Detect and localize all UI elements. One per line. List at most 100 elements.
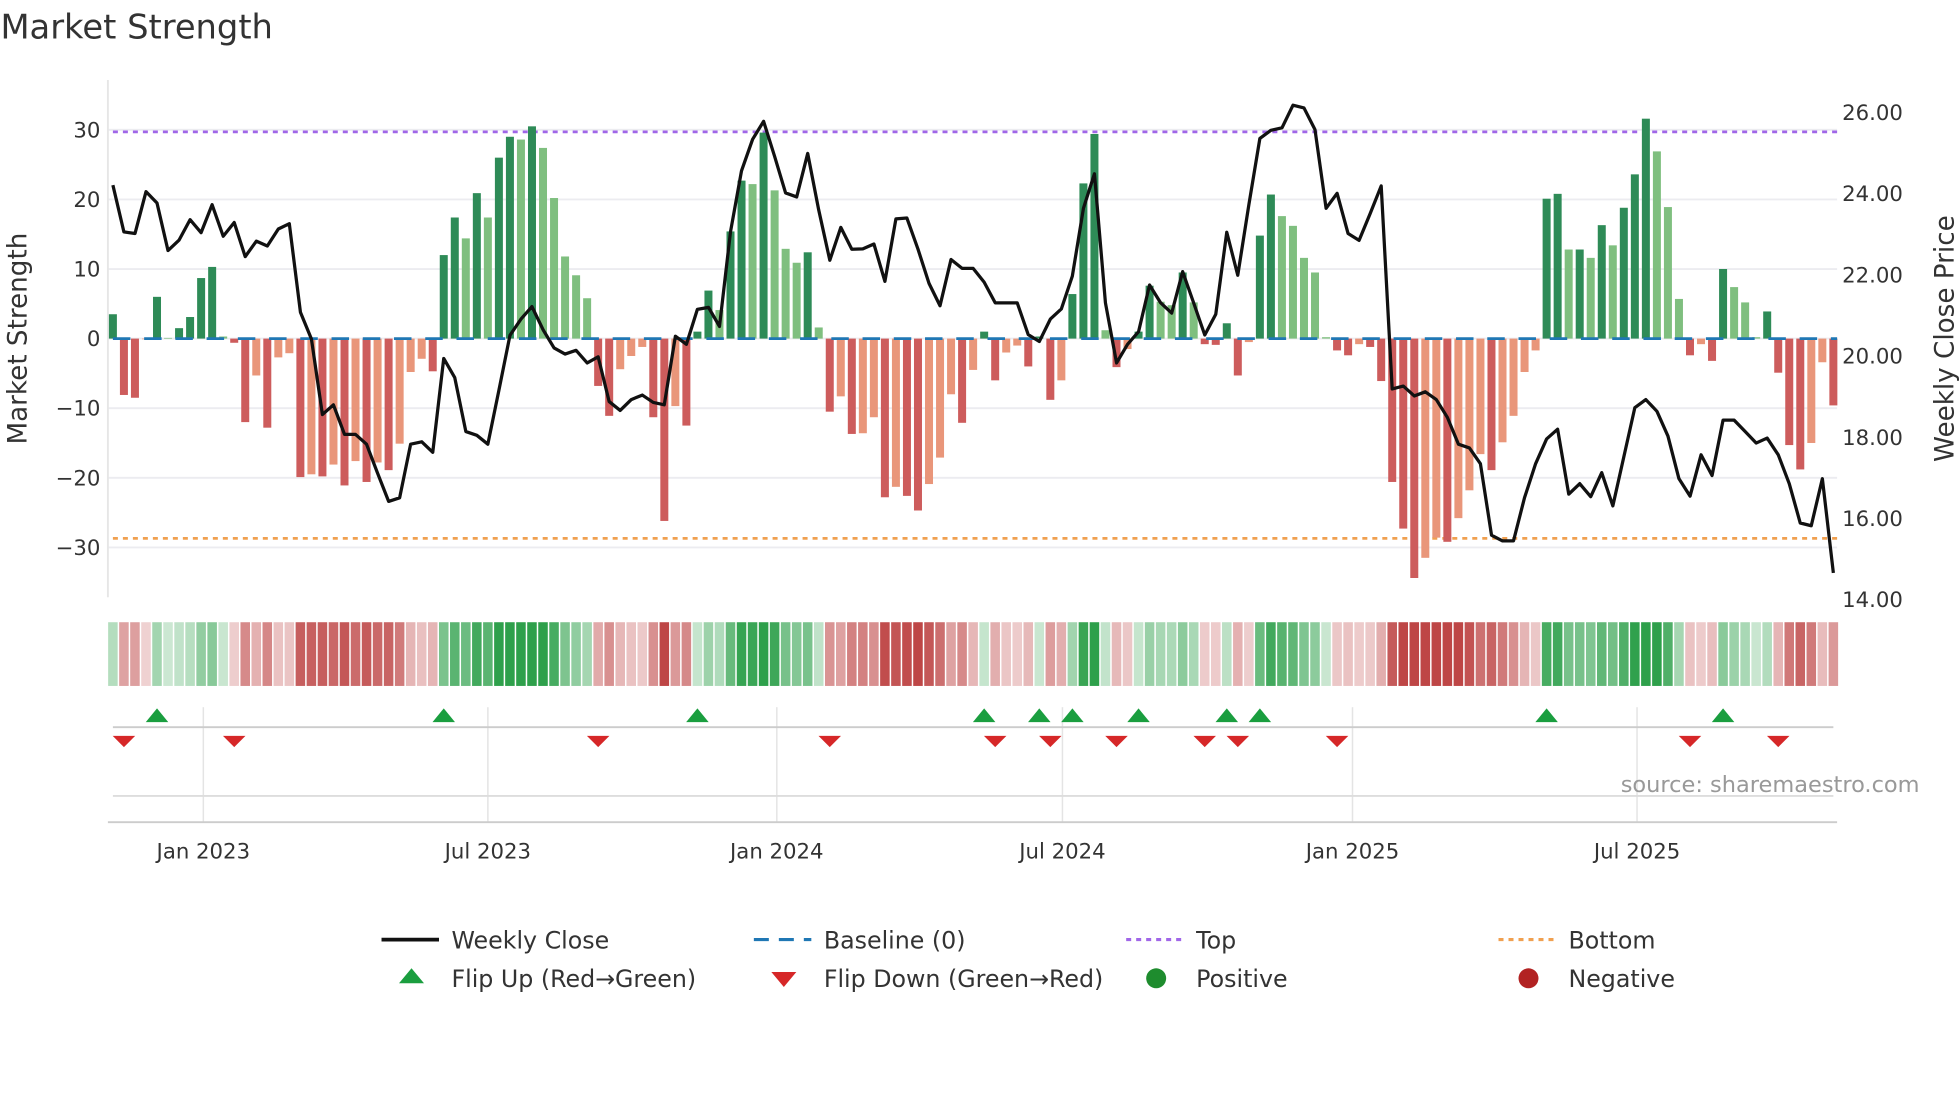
y2-tick-label: 20.00	[1842, 345, 1903, 370]
heat-cell	[692, 622, 703, 686]
strength-bar	[1520, 338, 1529, 373]
strength-bar	[1344, 338, 1353, 356]
strength-bar	[1663, 207, 1672, 339]
strength-bar	[285, 338, 294, 354]
heat-cell	[1641, 622, 1651, 686]
strength-bar	[1377, 338, 1386, 382]
strength-bar	[1641, 118, 1650, 339]
heat-cell	[1089, 622, 1100, 686]
source-credit: source: sharemaestro.com	[1621, 772, 1920, 798]
heat-cell	[1652, 622, 1662, 686]
heat-cell	[813, 622, 824, 686]
strength-bar	[1057, 338, 1066, 381]
heat-cell	[494, 622, 504, 686]
strength-bar	[1807, 338, 1816, 443]
strength-bar	[1785, 338, 1794, 446]
strength-bar	[1697, 338, 1706, 345]
strength-bar	[980, 331, 989, 339]
strength-bar	[119, 338, 128, 395]
legend-negative: Negative	[1568, 965, 1674, 993]
strength-bar	[1355, 338, 1364, 345]
strength-bar	[561, 256, 570, 339]
strength-bar	[847, 338, 856, 434]
strength-bar	[991, 338, 1000, 381]
heat-cell	[1100, 622, 1111, 686]
strength-bar	[737, 180, 746, 339]
heat-cell	[1343, 622, 1353, 686]
strength-bar	[164, 337, 173, 339]
x-tick-label: Jan 2023	[155, 839, 251, 864]
strength-bar	[1553, 193, 1562, 339]
strength-bar	[208, 266, 217, 339]
x-tick-label: Jan 2024	[728, 839, 824, 864]
legend-flip-down-icon	[771, 972, 797, 988]
strength-bar	[1829, 338, 1838, 406]
flip-down-marker	[1039, 735, 1062, 748]
heat-cell	[847, 622, 857, 686]
heat-cell	[1608, 622, 1618, 686]
heat-cell	[163, 622, 173, 686]
strength-bar	[572, 275, 581, 339]
heat-cell	[1321, 622, 1331, 686]
heat-cell	[262, 622, 273, 686]
heat-cell	[1619, 622, 1629, 686]
heat-cell	[571, 622, 581, 686]
strength-bar	[186, 317, 195, 339]
strength-bar	[1002, 338, 1011, 353]
strength-bar	[1410, 338, 1419, 578]
strength-bar	[1542, 198, 1551, 339]
x-tick-label: Jul 2025	[1592, 839, 1680, 864]
strength-bar	[1796, 338, 1805, 470]
strength-bar	[241, 338, 250, 423]
strength-bar	[1046, 338, 1055, 400]
strength-bar	[1509, 338, 1518, 416]
strength-bar	[550, 198, 559, 339]
heat-cell	[1111, 622, 1122, 686]
strength-bar	[1465, 338, 1474, 491]
strength-bar	[1763, 311, 1772, 339]
strength-bar	[1608, 245, 1617, 339]
flip-up-marker	[686, 708, 709, 723]
flip-down-marker	[586, 735, 610, 748]
heat-cell	[1486, 622, 1497, 686]
heat-cell	[1530, 622, 1541, 686]
heat-cell	[207, 622, 217, 686]
strength-bar	[947, 338, 956, 395]
strength-bar	[274, 338, 283, 358]
heat-cell	[869, 622, 879, 686]
heat-cell	[659, 622, 670, 686]
market-strength-chart: Market Strength Market Strength Weekly C…	[0, 8, 1960, 993]
heat-cell	[1177, 622, 1188, 686]
strength-bar	[483, 217, 492, 339]
heat-cell	[615, 622, 625, 686]
strength-bar	[958, 338, 967, 423]
heat-cell	[383, 622, 394, 686]
strength-bar	[1421, 338, 1430, 558]
strength-bar	[395, 338, 404, 444]
heat-cell	[295, 622, 306, 686]
strength-bar	[925, 338, 934, 485]
strength-bar	[770, 190, 779, 339]
heat-cell	[968, 622, 978, 686]
heat-cell	[824, 622, 835, 686]
heat-cell	[1729, 622, 1739, 686]
legend-baseline: Baseline (0)	[824, 926, 966, 954]
heat-cell	[130, 622, 140, 686]
heat-cell	[141, 622, 151, 686]
heat-cell	[1508, 622, 1519, 686]
strength-bar	[1531, 338, 1540, 351]
strength-bar	[263, 338, 272, 428]
heat-cell	[1718, 622, 1728, 686]
heat-cell	[1045, 622, 1056, 686]
strength-bar	[1266, 194, 1275, 339]
heat-cell	[1464, 622, 1475, 686]
strength-bar	[1255, 235, 1264, 339]
strength-bar	[913, 338, 922, 511]
heat-cell	[1332, 622, 1342, 686]
legend-flip-down: Flip Down (Green→Red)	[824, 965, 1103, 993]
flip-down-marker	[1193, 735, 1216, 748]
y2-tick-label: 16.00	[1842, 507, 1903, 532]
heat-cell	[394, 622, 405, 686]
heat-cell	[1585, 622, 1596, 686]
strength-bar	[825, 338, 834, 412]
